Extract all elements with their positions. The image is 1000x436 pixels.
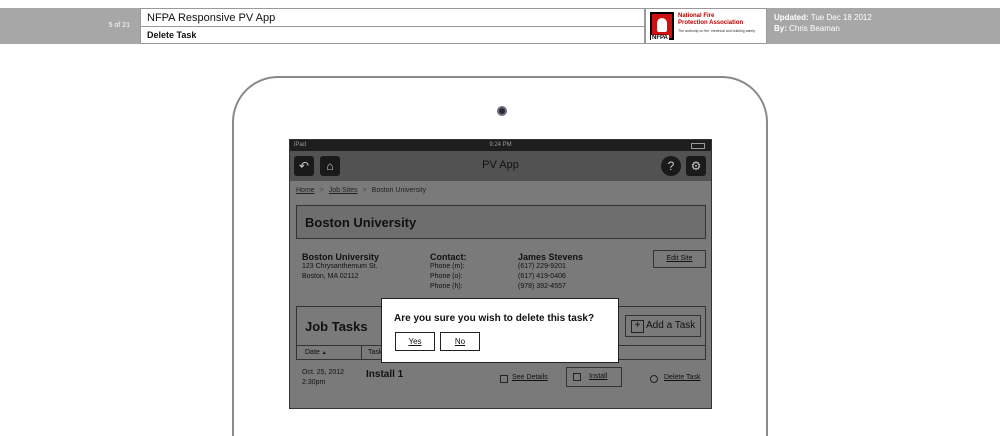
updated-label: Updated: [774,13,809,22]
details-icon [500,375,508,383]
job-tasks-title: Job Tasks [305,319,368,334]
edit-site-label: Edit Site [666,255,693,262]
by-label: By: [774,24,787,33]
by-value: Chris Beaman [789,24,840,33]
settings-button[interactable]: ⚙ [686,156,706,176]
site-title-box: Boston University [296,205,706,239]
contact-values: James Stevens (617) 229-9201 (617) 419-0… [518,252,583,292]
logo-org-line1: National Fire [678,13,715,19]
breadcrumb-home[interactable]: Home [296,187,315,194]
dialog-question: Are you sure you wish to delete this tas… [394,313,595,324]
row-task-name: Install 1 [366,369,404,380]
breadcrumb: Home > Job Sites > Boston University [296,187,426,194]
col-date-header[interactable]: Date ▲ [305,346,327,360]
updated-line: Updated: Tue Dec 18 2012 [774,12,872,23]
by-line: By: Chris Beaman [774,23,872,34]
col-date-label: Date [305,349,320,356]
phone-m: (617) 229-9201 [518,263,566,270]
download-icon [573,373,581,381]
nfpa-logo: NFPA National Fire Protection Associatio… [645,8,767,44]
delete-icon [650,375,658,383]
phone-h: (978) 392-4557 [518,283,566,290]
row-date-time: 2:30pm [302,379,326,386]
site-address: Boston University 123 Chrysanthemum St. … [302,252,379,282]
phone-o-label: Phone (o): [430,273,463,280]
doc-subtitle: Delete Task [147,30,197,40]
logo-mark-text: NFPA [651,35,669,41]
site-street: 123 Chrysanthemum St. [302,263,378,270]
site-city: Boston, MA 02112 [302,273,359,280]
contact-labels: Contact: Phone (m): Phone (o): Phone (h)… [430,252,467,292]
doc-title: NFPA Responsive PV App [147,12,276,24]
breadcrumb-job-sites[interactable]: Job Sites [329,187,358,194]
row-date: Oct. 25, 2012 2:30pm [302,368,344,388]
delete-task-link[interactable]: Delete Task [664,374,700,381]
no-button[interactable]: No [440,332,480,351]
logo-tagline: The authority on fire, electrical and bu… [678,29,756,33]
row-date-day: Oct. 25, 2012 [302,369,345,376]
title-block: NFPA Responsive PV App Delete Task [140,8,645,44]
logo-org-line2: Protection Association [678,20,744,26]
title-divider [141,26,644,27]
breadcrumb-separator: > [319,187,324,194]
page-counter: 5 of 21 [108,22,130,29]
install-label: Install [589,373,608,380]
breadcrumb-separator: > [362,187,367,194]
nav-bar: ↶ ⌂ PV App ? ⚙ [290,151,711,181]
help-icon: ? [667,159,675,173]
edit-site-button[interactable]: Edit Site [653,250,706,268]
see-details-link[interactable]: See Details [512,374,548,381]
phone-o: (617) 419-0406 [518,273,566,280]
status-time: 9:24 PM [489,142,512,148]
yes-button[interactable]: Yes [395,332,435,351]
logo-org-name: National Fire Protection Association [678,13,743,27]
delete-confirm-dialog: Are you sure you wish to delete this tas… [381,298,619,363]
sort-asc-icon: ▲ [321,350,327,356]
add-task-button[interactable]: Add a Task [625,315,701,337]
install-button[interactable]: Install [566,367,622,387]
phone-m-label: Phone (m): [430,263,465,270]
nav-title: PV App [482,159,519,171]
doc-meta: Updated: Tue Dec 18 2012 By: Chris Beama… [774,12,872,34]
breadcrumb-current: Boston University [371,187,427,194]
help-button[interactable]: ? [661,156,681,176]
phone-h-label: Phone (h): [430,283,463,290]
status-bar: iPad 9:24 PM [290,140,711,151]
contact-name: James Stevens [518,252,584,262]
gear-icon: ⚙ [690,159,702,173]
battery-icon [691,143,705,149]
document-header: 5 of 21 NFPA Responsive PV App Delete Ta… [0,8,1000,44]
site-name: Boston University [302,252,380,262]
site-title: Boston University [305,215,417,230]
camera-icon [497,106,507,116]
col-task-header[interactable]: Task [361,346,382,359]
contact-label: Contact: [430,252,467,262]
device-screen: iPad 9:24 PM ↶ ⌂ PV App ? ⚙ Home > Job Sit… [289,139,712,409]
updated-value: Tue Dec 18 2012 [810,13,872,22]
